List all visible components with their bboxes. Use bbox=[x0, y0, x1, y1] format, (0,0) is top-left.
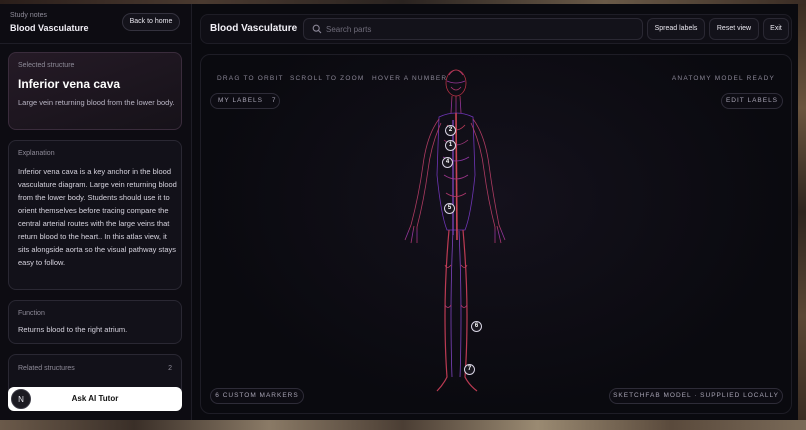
search-input[interactable]: Search parts bbox=[326, 25, 371, 34]
function-text: Returns blood to the right atrium. bbox=[18, 325, 128, 334]
related-structures-count: 2 bbox=[168, 365, 172, 372]
marker-5[interactable]: 5 bbox=[444, 203, 455, 214]
marker-2[interactable]: 2 bbox=[445, 125, 456, 136]
study-notes-label: Study notes bbox=[10, 12, 47, 19]
selected-structure-label: Selected structure bbox=[18, 62, 75, 69]
ask-ai-tutor-button[interactable]: N Ask AI Tutor bbox=[8, 387, 182, 411]
tutor-avatar: N bbox=[11, 389, 31, 409]
my-labels-button[interactable]: MY LABELS 7 bbox=[210, 93, 280, 109]
related-structures-label: Related structures bbox=[18, 365, 75, 372]
sidebar-header: Study notes Blood Vasculature Back to ho… bbox=[0, 4, 192, 44]
search-box[interactable]: Search parts bbox=[303, 18, 643, 40]
vasculature-model[interactable] bbox=[381, 65, 531, 395]
function-label: Function bbox=[18, 310, 45, 317]
selected-structure-card: Selected structure Inferior vena cava La… bbox=[8, 52, 182, 130]
page-title: Blood Vasculature bbox=[210, 23, 298, 34]
explanation-card: Explanation Inferior vena cava is a key … bbox=[8, 140, 182, 290]
marker-4[interactable]: 4 bbox=[442, 157, 453, 168]
marker-7[interactable]: 7 bbox=[464, 364, 475, 375]
model-status: ANATOMY MODEL READY bbox=[671, 75, 775, 82]
desktop-wallpaper-right bbox=[798, 4, 806, 420]
my-labels-label: MY LABELS bbox=[218, 97, 264, 104]
selected-structure-description: Large vein returning blood from the lowe… bbox=[18, 98, 175, 107]
top-bar: Blood Vasculature Search parts Spread la… bbox=[200, 14, 792, 44]
exit-button[interactable]: Exit bbox=[763, 18, 789, 40]
search-icon bbox=[312, 24, 322, 34]
desktop-wallpaper-bottom bbox=[0, 420, 806, 430]
explanation-label: Explanation bbox=[18, 150, 55, 157]
back-to-home-button[interactable]: Back to home bbox=[122, 13, 180, 31]
hint-scroll-to-zoom: SCROLL TO ZOOM bbox=[290, 75, 365, 82]
hint-drag-to-orbit: DRAG TO ORBIT bbox=[217, 75, 284, 82]
marker-1[interactable]: 1 bbox=[445, 140, 456, 151]
custom-markers-badge: 6 CUSTOM MARKERS bbox=[210, 388, 304, 404]
app-window: Study notes Blood Vasculature Back to ho… bbox=[0, 4, 798, 420]
edit-labels-button[interactable]: EDIT LABELS bbox=[721, 93, 783, 109]
ask-ai-tutor-label: Ask AI Tutor bbox=[71, 394, 119, 403]
sidebar: Study notes Blood Vasculature Back to ho… bbox=[0, 4, 192, 420]
anatomy-viewer[interactable]: DRAG TO ORBIT SCROLL TO ZOOM HOVER A NUM… bbox=[200, 54, 792, 414]
main-panel: Blood Vasculature Search parts Spread la… bbox=[200, 14, 792, 414]
marker-6[interactable]: 6 bbox=[471, 321, 482, 332]
reset-view-button[interactable]: Reset view bbox=[709, 18, 759, 40]
selected-structure-name: Inferior vena cava bbox=[18, 77, 121, 91]
my-labels-count: 7 bbox=[271, 97, 277, 104]
model-source-badge: SKETCHFAB MODEL · SUPPLIED LOCALLY bbox=[609, 388, 783, 404]
function-card: Function Returns blood to the right atri… bbox=[8, 300, 182, 344]
spread-labels-button[interactable]: Spread labels bbox=[647, 18, 705, 40]
study-title: Blood Vasculature bbox=[10, 23, 89, 33]
explanation-text: Inferior vena cava is a key anchor in th… bbox=[18, 167, 177, 267]
